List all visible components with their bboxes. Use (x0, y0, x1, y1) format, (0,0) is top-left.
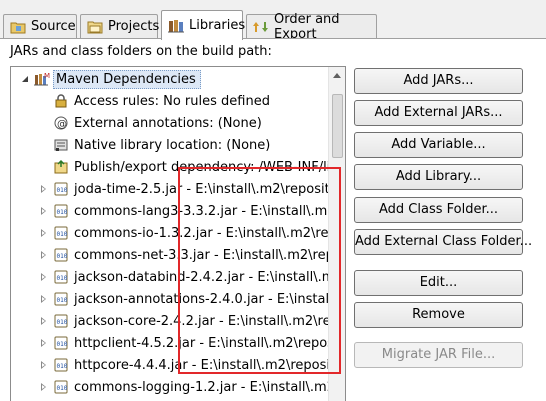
tree-item-label: commons-lang3-3.3.2.jar - E:\install\.m2… (74, 203, 346, 219)
tree-item-label: Maven Dependencies (53, 69, 201, 89)
tab-source[interactable]: Source (3, 14, 77, 38)
tree-item-label: jackson-annotations-2.4.0.jar - E:\insta… (74, 291, 346, 307)
native-library-icon (53, 137, 69, 153)
tab-order-and-export[interactable]: Order and Export (246, 12, 377, 42)
add-external-class-folder-button[interactable]: Add External Class Folder... (354, 229, 532, 255)
add-class-folder-button[interactable]: Add Class Folder... (354, 197, 523, 223)
tree-item-jar[interactable]: 010 jackson-annotations-2.4.0.jar - E:\i… (38, 288, 346, 310)
edit-button[interactable]: Edit... (354, 270, 523, 296)
remove-button[interactable]: Remove (354, 302, 523, 328)
maven-library-icon: M (34, 71, 50, 87)
collapsed-arrow-icon[interactable] (38, 315, 50, 327)
tree-item-jar[interactable]: 010 commons-io-1.3.2.jar - E:\install\.m… (38, 222, 346, 244)
add-external-jars-button[interactable]: Add External JARs... (354, 100, 523, 126)
svg-text:@: @ (57, 119, 67, 130)
tree-item-jar[interactable]: 010 httpclient-4.5.2.jar - E:\install\.m… (38, 332, 346, 354)
tree-item-label: jackson-databind-2.4.2.jar - E:\install\… (74, 269, 346, 285)
svg-text:010: 010 (57, 209, 68, 216)
svg-text:010: 010 (57, 253, 68, 260)
tab-label: Projects (108, 19, 160, 34)
tree-item-jar[interactable]: 010 commons-net-3.3.jar - E:\install\.m2… (38, 244, 346, 266)
projects-icon (87, 20, 103, 34)
libraries-icon (168, 19, 184, 33)
jar-icon: 010 (53, 291, 69, 307)
tree-item-label: httpclient-4.5.2.jar - E:\install\.m2\re… (74, 335, 346, 351)
jar-icon: 010 (53, 313, 69, 329)
add-variable-button[interactable]: Add Variable... (354, 132, 523, 158)
jar-icon: 010 (53, 357, 69, 373)
expanded-arrow-icon[interactable] (19, 73, 31, 85)
collapsed-arrow-icon[interactable] (38, 249, 50, 261)
jar-icon: 010 (53, 181, 69, 197)
tree-item-label: joda-time-2.5.jar - E:\install\.m2\repos… (74, 181, 346, 197)
collapsed-arrow-icon[interactable] (38, 381, 50, 393)
tree-item-label: Publish/export dependency: /WEB-INF/lib (74, 159, 339, 175)
tree-item-jar[interactable]: 010 httpcore-4.4.4.jar - E:\install\.m2\… (38, 354, 346, 376)
jar-icon: 010 (53, 269, 69, 285)
collapsed-arrow-icon[interactable] (38, 227, 50, 239)
svg-text:010: 010 (57, 231, 68, 238)
libraries-page: JARs and class folders on the build path… (0, 39, 546, 401)
collapsed-arrow-icon[interactable] (38, 337, 50, 349)
tab-bar: Source Projects Libraries Order and Expo… (0, 0, 546, 42)
tree-item-jar[interactable]: 010 jackson-databind-2.4.2.jar - E:\inst… (38, 266, 346, 288)
tab-label: Order and Export (274, 11, 340, 42)
jar-icon: 010 (53, 247, 69, 263)
tree-item-label: External annotations: (None) (74, 115, 262, 131)
collapsed-arrow-icon[interactable] (38, 205, 50, 217)
svg-text:M: M (44, 72, 50, 80)
tree-item-jar[interactable]: 010 jackson-core-2.4.2.jar - E:\install\… (38, 310, 346, 332)
access-rules-icon (53, 93, 69, 109)
tree-item-label: Access rules: No rules defined (74, 93, 270, 109)
scrollbar-thumb[interactable] (332, 94, 343, 158)
svg-text:010: 010 (57, 319, 68, 326)
tab-label: Libraries (189, 18, 246, 33)
tree-item-access-rules[interactable]: Access rules: No rules defined (53, 90, 270, 112)
tree-item-label: commons-io-1.3.2.jar - E:\install\.m2\re… (74, 225, 346, 241)
tree-item-jar[interactable]: 010 commons-lang3-3.3.2.jar - E:\install… (38, 200, 346, 222)
collapsed-arrow-icon[interactable] (38, 271, 50, 283)
migrate-jar-file-button: Migrate JAR File... (354, 342, 523, 368)
tree-item-jar[interactable]: 010 joda-time-2.5.jar - E:\install\.m2\r… (38, 178, 346, 200)
svg-text:010: 010 (57, 275, 68, 282)
collapsed-arrow-icon[interactable] (38, 293, 50, 305)
tree-item-label: httpcore-4.4.4.jar - E:\install\.m2\repo… (74, 357, 346, 373)
jar-icon: 010 (53, 379, 69, 395)
svg-text:010: 010 (57, 297, 68, 304)
tree-item-external-annotations[interactable]: @ External annotations: (None) (53, 112, 262, 134)
tree-item-label: commons-net-3.3.jar - E:\install\.m2\rep… (74, 247, 346, 263)
collapsed-arrow-icon[interactable] (38, 183, 50, 195)
annotations-icon: @ (53, 115, 69, 131)
vertical-scrollbar[interactable] (328, 67, 345, 401)
tree-item-jar[interactable]: 010 commons-logging-1.2.jar - E:\install… (38, 376, 346, 398)
svg-text:010: 010 (57, 363, 68, 370)
tree-item-maven-dependencies[interactable]: M Maven Dependencies (19, 68, 201, 90)
tree-item-publish-export[interactable]: Publish/export dependency: /WEB-INF/lib (53, 156, 339, 178)
tree-item-label: Native library location: (None) (74, 137, 271, 153)
svg-text:010: 010 (57, 385, 68, 392)
tab-label: Source (31, 19, 76, 34)
jar-icon: 010 (53, 203, 69, 219)
publish-dependency-icon (53, 159, 69, 175)
order-export-icon (253, 20, 269, 34)
tab-projects[interactable]: Projects (80, 14, 160, 38)
jar-icon: 010 (53, 225, 69, 241)
tab-libraries[interactable]: Libraries (161, 10, 246, 40)
source-folder-icon (10, 20, 26, 34)
scroll-up-arrow-icon[interactable] (333, 73, 341, 78)
add-jars-button[interactable]: Add JARs... (354, 68, 523, 94)
tree-item-label: jackson-core-2.4.2.jar - E:\install\.m2\… (74, 313, 346, 329)
collapsed-arrow-icon[interactable] (38, 359, 50, 371)
jar-icon: 010 (53, 335, 69, 351)
build-path-tree[interactable]: M Maven Dependencies Access rules: No ru… (10, 66, 346, 401)
svg-text:010: 010 (57, 187, 68, 194)
tree-item-native-library[interactable]: Native library location: (None) (53, 134, 270, 156)
build-path-heading: JARs and class folders on the build path… (10, 44, 272, 59)
tree-item-label: commons-logging-1.2.jar - E:\install\.m2… (74, 379, 346, 395)
svg-text:010: 010 (57, 341, 68, 348)
add-library-button[interactable]: Add Library... (354, 164, 523, 190)
